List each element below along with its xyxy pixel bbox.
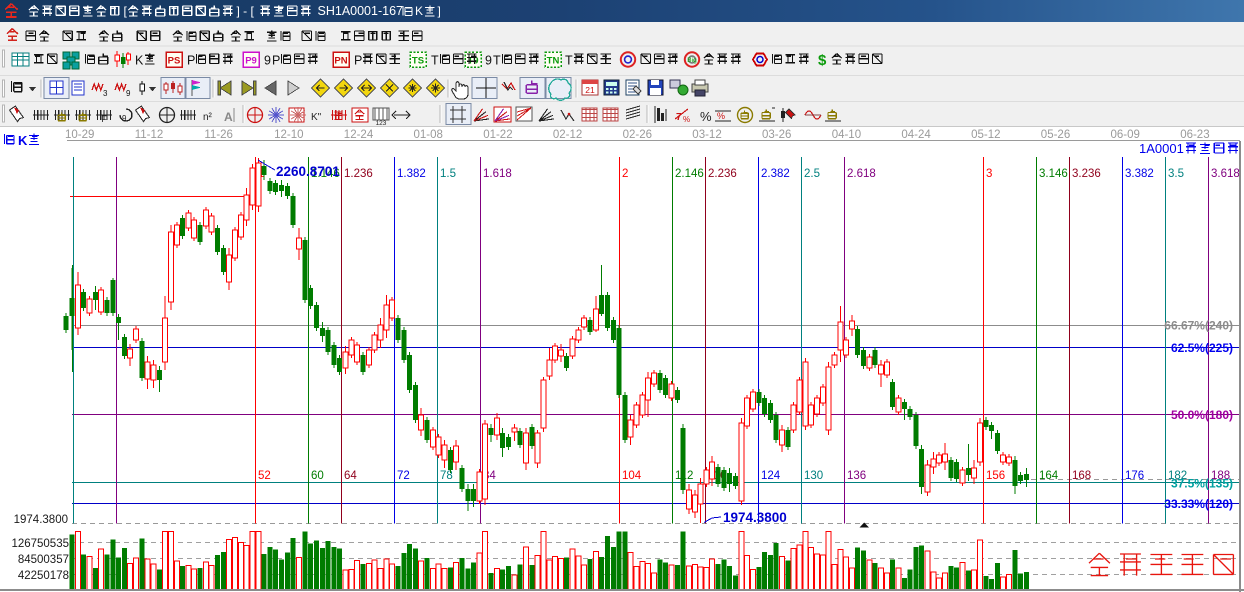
svg-text:04-24: 04-24 (901, 129, 931, 141)
svg-text:SH1A0001-167: SH1A0001-167 (318, 4, 404, 18)
svg-text:9: 9 (264, 54, 271, 68)
svg-text:A: A (224, 110, 233, 124)
svg-text:126750535: 126750535 (11, 538, 69, 550)
svg-text:37.5%(135): 37.5%(135) (1171, 477, 1233, 491)
svg-text:3.236: 3.236 (1072, 168, 1101, 180)
svg-text:%: % (683, 115, 690, 124)
svg-text:T: T (431, 54, 439, 68)
svg-text:1.236: 1.236 (344, 168, 373, 180)
svg-text:P9: P9 (245, 56, 257, 67)
svg-text:T: T (493, 54, 501, 68)
svg-text:9: 9 (485, 54, 492, 68)
svg-text:2.618: 2.618 (847, 168, 876, 180)
svg-text:1974.3800: 1974.3800 (14, 514, 68, 526)
svg-text:1.382: 1.382 (397, 168, 426, 180)
svg-text:3.618: 3.618 (1211, 168, 1240, 180)
svg-text:K": K" (311, 112, 322, 123)
svg-text:10-29: 10-29 (65, 129, 94, 141)
svg-text:136: 136 (847, 470, 866, 482)
svg-text:72: 72 (397, 470, 410, 482)
svg-text:104: 104 (622, 470, 642, 482)
svg-text:66.67%(240): 66.67%(240) (1164, 319, 1233, 333)
svg-text:60: 60 (311, 470, 324, 482)
svg-text:01-22: 01-22 (483, 129, 512, 141)
svg-text:3: 3 (986, 168, 992, 180)
svg-text:P: P (187, 54, 195, 68)
svg-text:176: 176 (1125, 470, 1144, 482)
svg-text:123: 123 (376, 120, 387, 127)
svg-text:T: T (565, 54, 573, 68)
svg-text:P: P (272, 54, 280, 68)
svg-text:03-26: 03-26 (762, 129, 791, 141)
svg-text:84500357: 84500357 (18, 554, 69, 566)
svg-text:TN: TN (547, 56, 560, 67)
svg-text:%: % (700, 109, 712, 124)
svg-text:9: 9 (126, 89, 131, 98)
svg-text:33.33%(120): 33.33%(120) (1164, 497, 1233, 511)
svg-text:164: 164 (1039, 470, 1059, 482)
svg-text:2.5: 2.5 (804, 168, 820, 180)
svg-text:3: 3 (103, 89, 108, 98)
svg-text:2260.8701: 2260.8701 (276, 164, 340, 179)
svg-text:2.382: 2.382 (761, 168, 790, 180)
svg-text:01-08: 01-08 (414, 129, 443, 141)
svg-text:05-12: 05-12 (971, 129, 1000, 141)
svg-text:K: K (135, 54, 144, 68)
svg-text:06-09: 06-09 (1111, 129, 1140, 141)
svg-text:156: 156 (986, 470, 1005, 482)
svg-text:n²: n² (203, 112, 213, 123)
svg-text:3.382: 3.382 (1125, 168, 1154, 180)
svg-text:2: 2 (622, 168, 628, 180)
svg-text:02-12: 02-12 (553, 129, 582, 141)
svg-text:2.236: 2.236 (708, 168, 737, 180)
svg-text:] - [: ] - [ (237, 4, 255, 18)
svg-text:3.5: 3.5 (1168, 168, 1184, 180)
svg-text:06-23: 06-23 (1180, 129, 1209, 141)
svg-text:[: [ (124, 4, 128, 18)
svg-text:168: 168 (1072, 470, 1091, 482)
svg-text:02-26: 02-26 (623, 129, 652, 141)
svg-text:52: 52 (258, 470, 271, 482)
svg-text:P: P (354, 54, 362, 68)
svg-text:04-10: 04-10 (832, 129, 861, 141)
svg-text:Big: Big (687, 57, 697, 64)
svg-text:1974.3800: 1974.3800 (723, 510, 787, 525)
svg-text:PN: PN (334, 56, 347, 67)
svg-text:1.5: 1.5 (440, 168, 456, 180)
svg-text:42250178: 42250178 (18, 570, 69, 582)
svg-text:64: 64 (344, 470, 357, 482)
svg-text:1.618: 1.618 (483, 168, 512, 180)
svg-text:TS: TS (412, 56, 424, 67)
svg-text:2.146: 2.146 (675, 168, 704, 180)
svg-text:03-12: 03-12 (692, 129, 721, 141)
svg-text:K: K (415, 4, 423, 18)
svg-text:9: 9 (122, 114, 127, 123)
svg-text:130: 130 (804, 470, 823, 482)
svg-text:11-26: 11-26 (204, 129, 233, 141)
svg-text:]: ] (438, 4, 441, 18)
svg-text:124: 124 (761, 470, 781, 482)
svg-text:50.0%(180): 50.0%(180) (1171, 408, 1233, 422)
svg-text:K: K (18, 133, 28, 148)
svg-text:78: 78 (440, 470, 453, 482)
svg-text:05-26: 05-26 (1041, 129, 1070, 141)
svg-text:1A0001: 1A0001 (1139, 141, 1184, 156)
svg-text:11-12: 11-12 (135, 129, 164, 141)
svg-text:21: 21 (585, 85, 595, 95)
svg-text:F: F (101, 114, 107, 124)
svg-text:$: $ (818, 52, 827, 69)
svg-text:3.146: 3.146 (1039, 168, 1068, 180)
svg-text:12-24: 12-24 (344, 129, 374, 141)
svg-text:PS: PS (168, 56, 181, 67)
svg-text:12-10: 12-10 (274, 129, 303, 141)
svg-text:%: % (717, 111, 725, 121)
svg-text:62.5%(225): 62.5%(225) (1171, 341, 1233, 355)
